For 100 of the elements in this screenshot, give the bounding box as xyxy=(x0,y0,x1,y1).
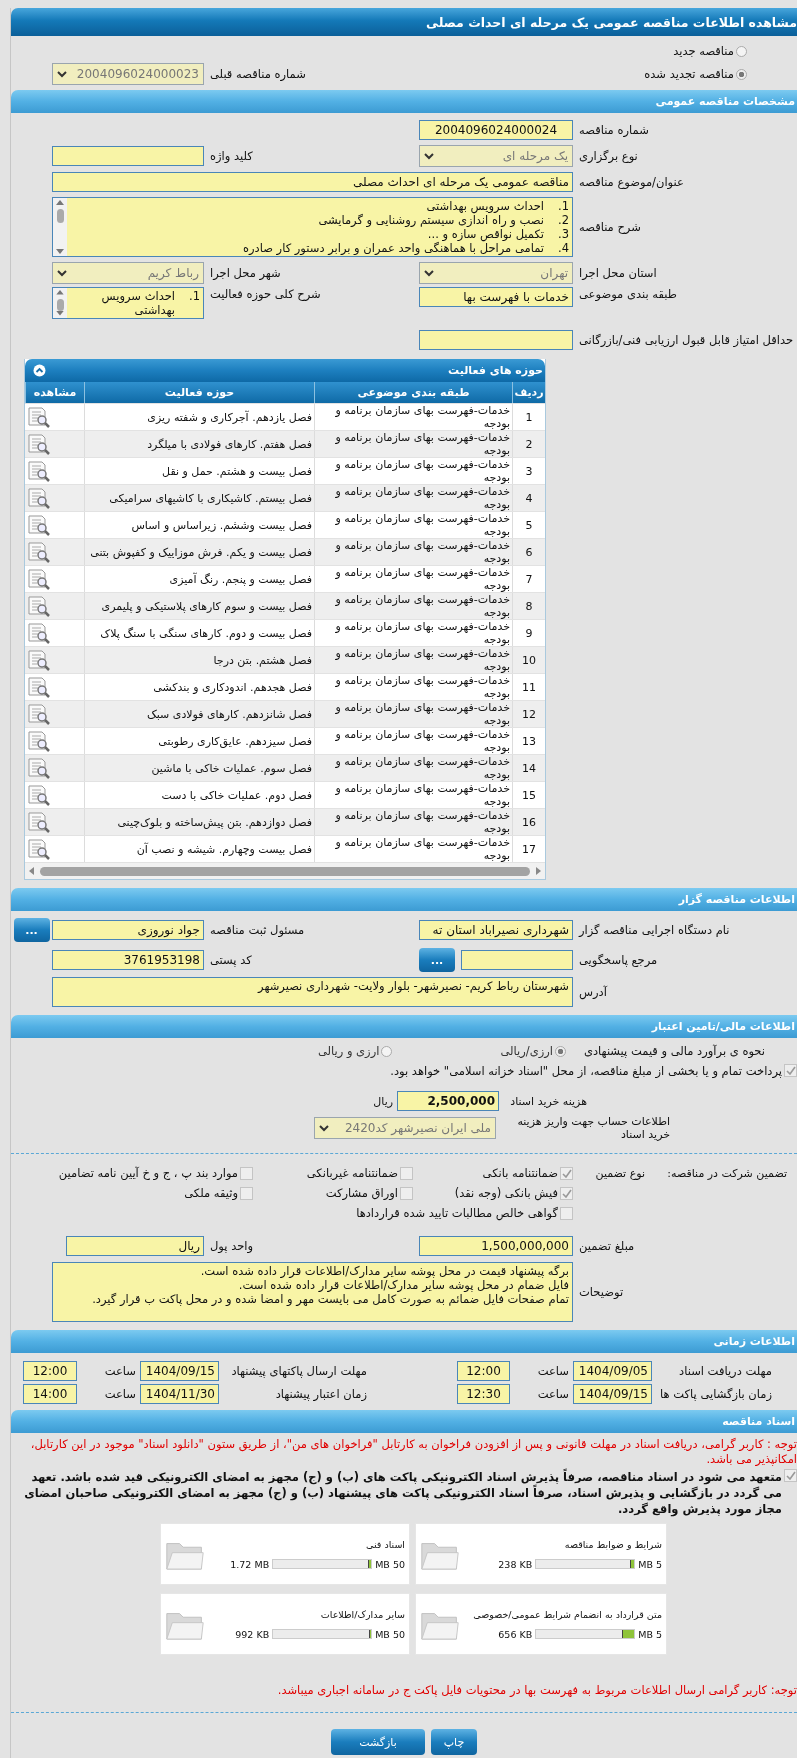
text-field[interactable]: جواد نوروزی xyxy=(52,920,204,940)
checkbox[interactable] xyxy=(400,1186,413,1200)
text-field[interactable]: 2,500,000 xyxy=(397,1091,499,1111)
text-field[interactable]: 14:00 xyxy=(23,1384,77,1404)
browse-button[interactable]: ... xyxy=(419,948,455,972)
browse-button[interactable]: ... xyxy=(13,918,50,942)
scroll-down-icon[interactable] xyxy=(56,249,64,254)
text-field[interactable]: 12:00 xyxy=(23,1361,77,1381)
radio-button[interactable] xyxy=(381,1045,393,1057)
horizontal-scrollbar[interactable] xyxy=(25,863,545,879)
document-search-icon[interactable] xyxy=(27,622,51,644)
scroll-up-icon[interactable] xyxy=(56,200,64,205)
document-search-icon[interactable] xyxy=(27,487,51,509)
max-size: 50 MB xyxy=(375,1628,405,1640)
address-field[interactable]: شهرستان رباط کریم- نصیرشهر- بلوار ولایت- شهرداری نصیرشهر xyxy=(52,977,573,1007)
checkbox[interactable] xyxy=(560,1206,573,1220)
scroll-right-icon[interactable] xyxy=(536,867,541,875)
dropdown[interactable]: تهران xyxy=(419,262,573,284)
document-search-icon[interactable] xyxy=(27,676,51,698)
table-cell: 16 xyxy=(512,809,545,835)
table-cell: فصل بیستم. کاشیکاری با کاشیهای سرامیکی xyxy=(84,485,314,511)
scroll-thumb[interactable] xyxy=(56,298,64,312)
dropdown[interactable]: ملی ایران نصیرشهر کد2420 xyxy=(314,1117,496,1139)
scroll-left-icon[interactable] xyxy=(29,867,34,875)
dropdown[interactable]: یک مرحله ای xyxy=(419,145,573,167)
document-search-icon[interactable] xyxy=(27,514,51,536)
table-cell: 1 xyxy=(512,404,545,430)
back-button[interactable]: بازگشت xyxy=(331,1729,425,1755)
scrollbar[interactable] xyxy=(53,198,67,256)
table-cell: فصل دوازدهم. بتن پیش‌ساخته و بلوک‌چینی xyxy=(84,809,314,835)
table-cell: خدمات-فهرست بهای سازمان برنامه و بودجه xyxy=(314,674,512,700)
table-cell: خدمات-فهرست بهای سازمان برنامه و بودجه xyxy=(314,755,512,781)
document-search-icon[interactable] xyxy=(27,730,51,752)
document-search-icon[interactable] xyxy=(27,649,51,671)
checkbox[interactable] xyxy=(784,1064,797,1077)
document-search-icon[interactable] xyxy=(27,595,51,617)
document-search-icon[interactable] xyxy=(27,838,51,860)
document-search-icon[interactable] xyxy=(27,703,51,725)
checkbox[interactable] xyxy=(784,1469,797,1482)
text-field[interactable] xyxy=(461,950,573,970)
radio-button[interactable] xyxy=(736,45,747,57)
text-field[interactable]: 1404/09/15 xyxy=(140,1361,219,1381)
text-field[interactable]: 1404/09/15 xyxy=(573,1384,652,1404)
print-button[interactable]: چاپ xyxy=(431,1729,477,1755)
checkbox[interactable] xyxy=(240,1166,253,1180)
radio-button[interactable] xyxy=(736,68,747,80)
text-field[interactable]: 1,500,000,000 xyxy=(419,1236,573,1256)
table-cell: فصل هشتم. بتن درجا xyxy=(84,647,314,673)
dropdown[interactable]: 2004096024000023 xyxy=(52,63,204,85)
document-search-icon[interactable] xyxy=(27,541,51,563)
table-cell: خدمات-فهرست بهای سازمان برنامه و بودجه xyxy=(314,782,512,808)
text-field[interactable]: 1404/09/05 xyxy=(573,1361,652,1381)
text-field[interactable] xyxy=(52,146,204,166)
text-field[interactable]: 1404/11/30 xyxy=(140,1384,219,1404)
document-search-icon[interactable] xyxy=(27,811,51,833)
scroll-thumb[interactable] xyxy=(56,209,64,223)
list-item-text: احداث سرویس بهداشتی xyxy=(100,289,175,317)
document-search-icon[interactable] xyxy=(27,460,51,482)
document-search-icon[interactable] xyxy=(27,757,51,779)
collapse-icon[interactable] xyxy=(33,364,46,377)
option-label: ضمانتنامه بانکی xyxy=(482,1166,558,1180)
table-cell: فصل یازدهم. آجرکاری و شفته ریزی xyxy=(84,404,314,430)
scrollbar[interactable] xyxy=(53,288,67,318)
checkbox[interactable] xyxy=(400,1166,413,1180)
checkbox[interactable] xyxy=(560,1166,573,1180)
text-field[interactable]: 2004096024000024 xyxy=(419,120,573,140)
text-field[interactable]: 12:30 xyxy=(457,1384,510,1404)
table-cell: 5 xyxy=(512,512,545,538)
dropdown[interactable]: رباط کریم xyxy=(52,262,204,284)
radio-button[interactable] xyxy=(554,1045,566,1057)
radio-label: مناقصه تجدید شده xyxy=(644,67,734,81)
scroll-up-icon[interactable] xyxy=(56,290,64,295)
text-field[interactable]: شهرداری نصیراباد استان ته xyxy=(419,920,573,940)
text-field[interactable] xyxy=(419,330,573,350)
document-search-icon[interactable] xyxy=(27,433,51,455)
text-field[interactable]: 12:00 xyxy=(457,1361,510,1381)
table-cell: 6 xyxy=(512,539,545,565)
field-label: ساعت xyxy=(103,1364,137,1378)
list-item-text: نصب و راه اندازی سیستم روشنایی و گرمایشی xyxy=(318,213,544,227)
chevron-icon xyxy=(319,1124,329,1132)
checkbox[interactable] xyxy=(560,1186,573,1200)
checkbox[interactable] xyxy=(240,1186,253,1200)
column-header: مشاهده xyxy=(25,382,84,403)
notes-field[interactable] xyxy=(52,1262,573,1322)
table-cell: 3 xyxy=(512,458,545,484)
field-label: واحد پول xyxy=(209,1239,254,1253)
document-search-icon[interactable] xyxy=(27,406,51,428)
text-field[interactable]: خدمات با فهرست بها xyxy=(419,287,573,307)
file-title: شرایط و ضوابط مناقصه xyxy=(563,1538,662,1550)
file-size: 238 KB xyxy=(498,1558,533,1570)
document-search-icon[interactable] xyxy=(27,568,51,590)
table-cell: فصل بیست وچهارم. شیشه و نصب آن xyxy=(84,836,314,862)
table-cell: فصل سیزدهم. عایق‌کاری رطوبتی xyxy=(84,728,314,754)
text-field[interactable]: 3761953198 xyxy=(52,950,204,970)
document-search-icon[interactable] xyxy=(27,784,51,806)
section-title: اطلاعات مالی/تامین اعتبار xyxy=(651,1020,795,1033)
text-field[interactable]: ریال xyxy=(66,1236,204,1256)
option-label: گواهی خالص مطالبات تایید شده قراردادها xyxy=(356,1206,558,1220)
file-title: اسناد فنی xyxy=(365,1538,405,1550)
text-field[interactable]: مناقصه عمومی یک مرحله ای احداث مصلی xyxy=(52,172,573,192)
